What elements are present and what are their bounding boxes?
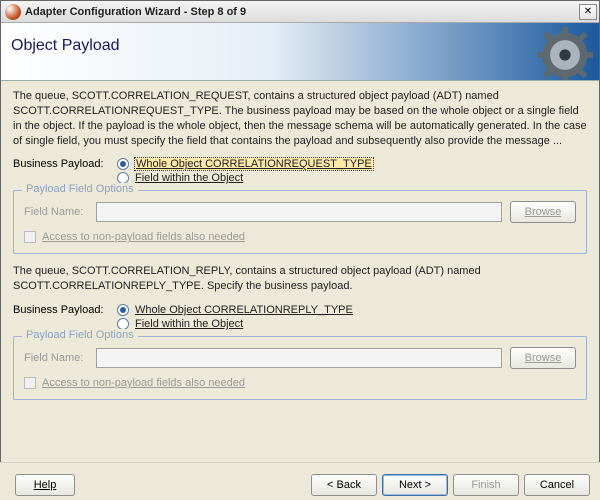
request-radio-field-label[interactable]: Field within the Object xyxy=(135,172,243,184)
reply-payload-row: Business Payload: Whole Object CORRELATI… xyxy=(13,304,587,316)
request-field-options: Payload Field Options Field Name: Browse… xyxy=(13,190,587,254)
next-button[interactable]: Next > xyxy=(382,474,448,496)
close-button[interactable]: ✕ xyxy=(579,4,597,20)
request-access-label: Access to non-payload fields also needed xyxy=(42,231,245,243)
request-field-name-input xyxy=(96,202,502,222)
request-access-checkbox xyxy=(24,231,36,243)
gear-icon xyxy=(537,27,593,81)
title-bar: Adapter Configuration Wizard - Step 8 of… xyxy=(1,1,599,23)
wizard-footer: Help < Back Next > Finish Cancel xyxy=(0,462,600,500)
reply-description: The queue, SCOTT.CORRELATION_REPLY, cont… xyxy=(13,264,587,294)
request-payload-row2: Field within the Object xyxy=(117,172,587,184)
reply-payload-row2: Field within the Object xyxy=(117,318,587,330)
reply-access-label: Access to non-payload fields also needed xyxy=(42,377,245,389)
request-fieldset-legend: Payload Field Options xyxy=(22,183,138,195)
request-payload-label: Business Payload: xyxy=(13,158,117,170)
reply-field-name-input xyxy=(96,348,502,368)
reply-access-checkbox xyxy=(24,377,36,389)
cancel-button[interactable]: Cancel xyxy=(524,474,590,496)
help-button[interactable]: Help xyxy=(15,474,75,496)
app-icon xyxy=(5,4,21,20)
request-payload-row: Business Payload: Whole Object CORRELATI… xyxy=(13,158,587,170)
back-button[interactable]: < Back xyxy=(311,474,377,496)
window-title: Adapter Configuration Wizard - Step 8 of… xyxy=(25,6,579,18)
reply-fieldset-legend: Payload Field Options xyxy=(22,329,138,341)
reply-payload-label: Business Payload: xyxy=(13,304,117,316)
reply-radio-whole[interactable] xyxy=(117,304,129,316)
finish-button: Finish xyxy=(453,474,519,496)
reply-radio-field-label[interactable]: Field within the Object xyxy=(135,318,243,330)
reply-browse-button: Browse xyxy=(510,347,576,369)
request-field-name-label: Field Name: xyxy=(24,206,96,218)
reply-radio-whole-label[interactable]: Whole Object CORRELATIONREPLY_TYPE xyxy=(135,304,353,316)
request-radio-whole-label[interactable]: Whole Object CORRELATIONREQUEST_TYPE xyxy=(135,158,373,170)
request-radio-whole[interactable] xyxy=(117,158,129,170)
reply-field-name-label: Field Name: xyxy=(24,352,96,364)
wizard-content: The queue, SCOTT.CORRELATION_REQUEST, co… xyxy=(1,81,599,400)
wizard-banner: Object Payload xyxy=(1,23,599,81)
request-browse-button: Browse xyxy=(510,201,576,223)
request-description: The queue, SCOTT.CORRELATION_REQUEST, co… xyxy=(13,89,587,148)
page-heading: Object Payload xyxy=(11,37,120,55)
reply-field-options: Payload Field Options Field Name: Browse… xyxy=(13,336,587,400)
